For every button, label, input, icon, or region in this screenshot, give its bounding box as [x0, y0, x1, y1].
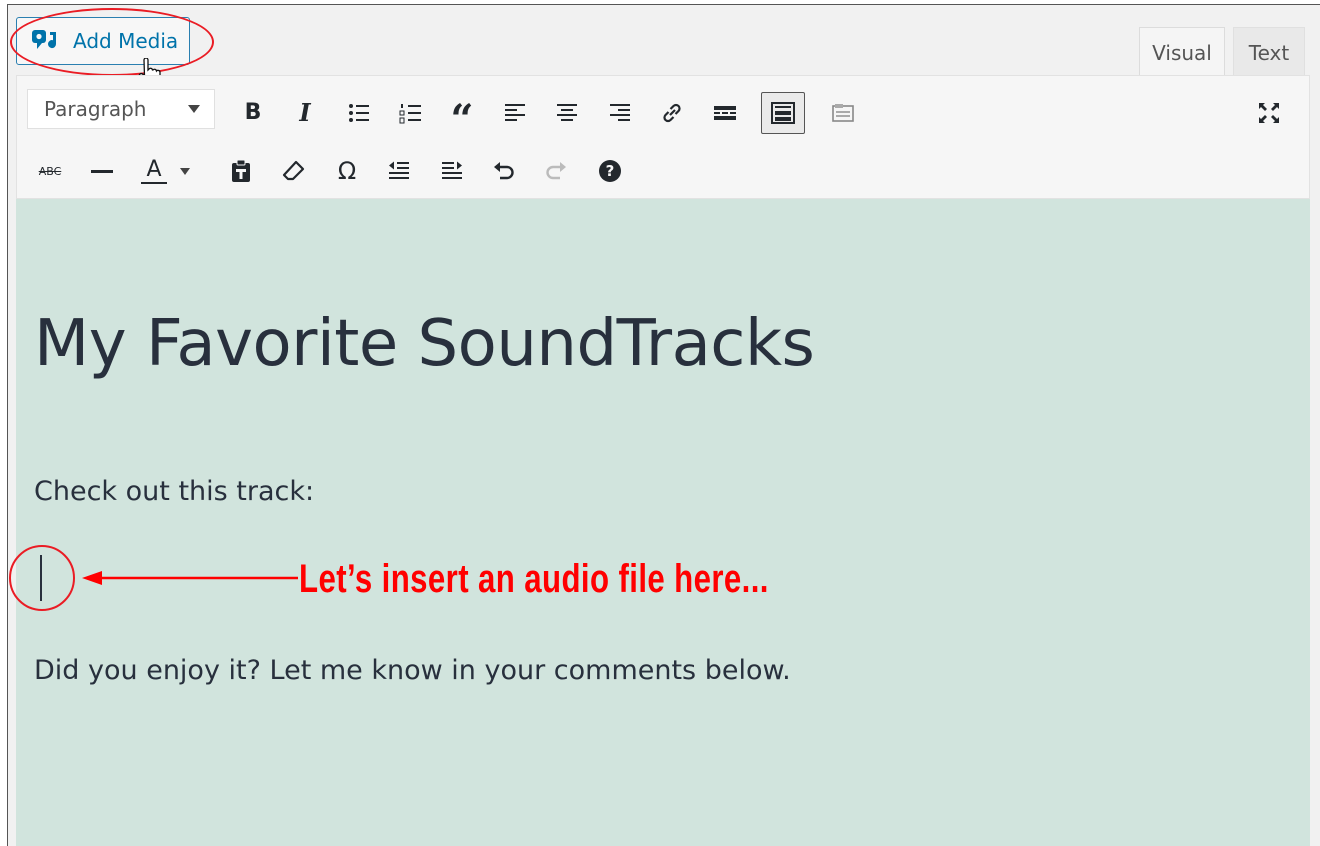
indent-button[interactable] [435, 154, 469, 188]
tab-text[interactable]: Text [1233, 27, 1305, 77]
outdent-button[interactable] [382, 154, 416, 188]
horizontal-line-icon [91, 170, 113, 173]
fullscreen-button[interactable] [1252, 96, 1286, 130]
bullet-list-button[interactable] [342, 96, 376, 130]
editor-content-area[interactable]: My Favorite SoundTracks Check out this t… [16, 199, 1310, 846]
paste-text-button[interactable] [224, 154, 258, 188]
chevron-down-icon [180, 167, 190, 175]
redo-button[interactable] [539, 154, 573, 188]
content-fields-button[interactable] [826, 96, 860, 130]
paragraph-format-select[interactable]: Paragraph [27, 89, 215, 129]
media-icon [31, 28, 59, 54]
paragraph-check-out[interactable]: Check out this track: [34, 476, 314, 507]
special-character-button[interactable]: Ω [330, 154, 364, 188]
tab-visual[interactable]: Visual [1139, 27, 1225, 77]
indent-icon [442, 161, 462, 179]
help-icon: ? [599, 160, 621, 182]
toolbar-toggle-icon [771, 102, 795, 124]
text-cursor [40, 555, 42, 601]
text-color-button[interactable]: A [137, 154, 171, 188]
strikethrough-button[interactable]: ABC [33, 154, 67, 188]
outdent-icon [389, 161, 409, 179]
blockquote-button[interactable]: “ [445, 96, 479, 140]
read-more-icon [714, 106, 736, 120]
align-right-button[interactable] [603, 96, 637, 130]
undo-button[interactable] [487, 154, 521, 188]
add-media-label: Add Media [73, 29, 179, 53]
read-more-button[interactable] [708, 96, 742, 130]
bullet-list-icon [349, 104, 369, 122]
annotation-arrow-icon [82, 571, 298, 585]
text-color-icon: A [141, 158, 167, 184]
clear-formatting-button[interactable] [277, 154, 311, 188]
editor-toolbar: Paragraph B I “ ABC A Ω ? [16, 75, 1310, 199]
clear-formatting-icon [282, 160, 305, 181]
undo-icon [494, 162, 514, 180]
redo-icon [546, 162, 566, 180]
align-right-icon [610, 104, 630, 121]
bold-icon: B [244, 100, 262, 125]
toolbar-toggle-button[interactable] [761, 92, 805, 134]
align-center-icon [557, 104, 577, 121]
paste-text-icon [232, 159, 250, 182]
italic-button[interactable]: I [288, 96, 322, 130]
align-center-button[interactable] [550, 96, 584, 130]
post-heading[interactable]: My Favorite SoundTracks [34, 307, 815, 381]
content-fields-icon [832, 104, 854, 122]
align-left-icon [505, 104, 525, 121]
numbered-list-icon [399, 104, 421, 124]
add-media-button[interactable]: Add Media [16, 17, 190, 65]
annotation-text: Let’s insert an audio file here... [299, 557, 769, 601]
horizontal-line-button[interactable] [85, 154, 119, 188]
strikethrough-icon: ABC [38, 164, 62, 178]
link-icon [663, 103, 681, 123]
numbered-list-button[interactable] [394, 96, 428, 130]
bold-button[interactable]: B [236, 96, 270, 130]
insert-link-button[interactable] [655, 96, 689, 130]
omega-icon: Ω [337, 157, 357, 185]
align-left-button[interactable] [498, 96, 532, 130]
fullscreen-icon [1259, 103, 1279, 123]
blockquote-icon: “ [450, 96, 474, 143]
italic-icon: I [299, 98, 311, 127]
help-button[interactable]: ? [593, 154, 627, 188]
paragraph-enjoy[interactable]: Did you enjoy it? Let me know in your co… [34, 655, 791, 686]
format-select-value: Paragraph [44, 97, 147, 121]
chevron-down-icon [188, 105, 200, 113]
text-color-dropdown[interactable] [175, 154, 195, 188]
